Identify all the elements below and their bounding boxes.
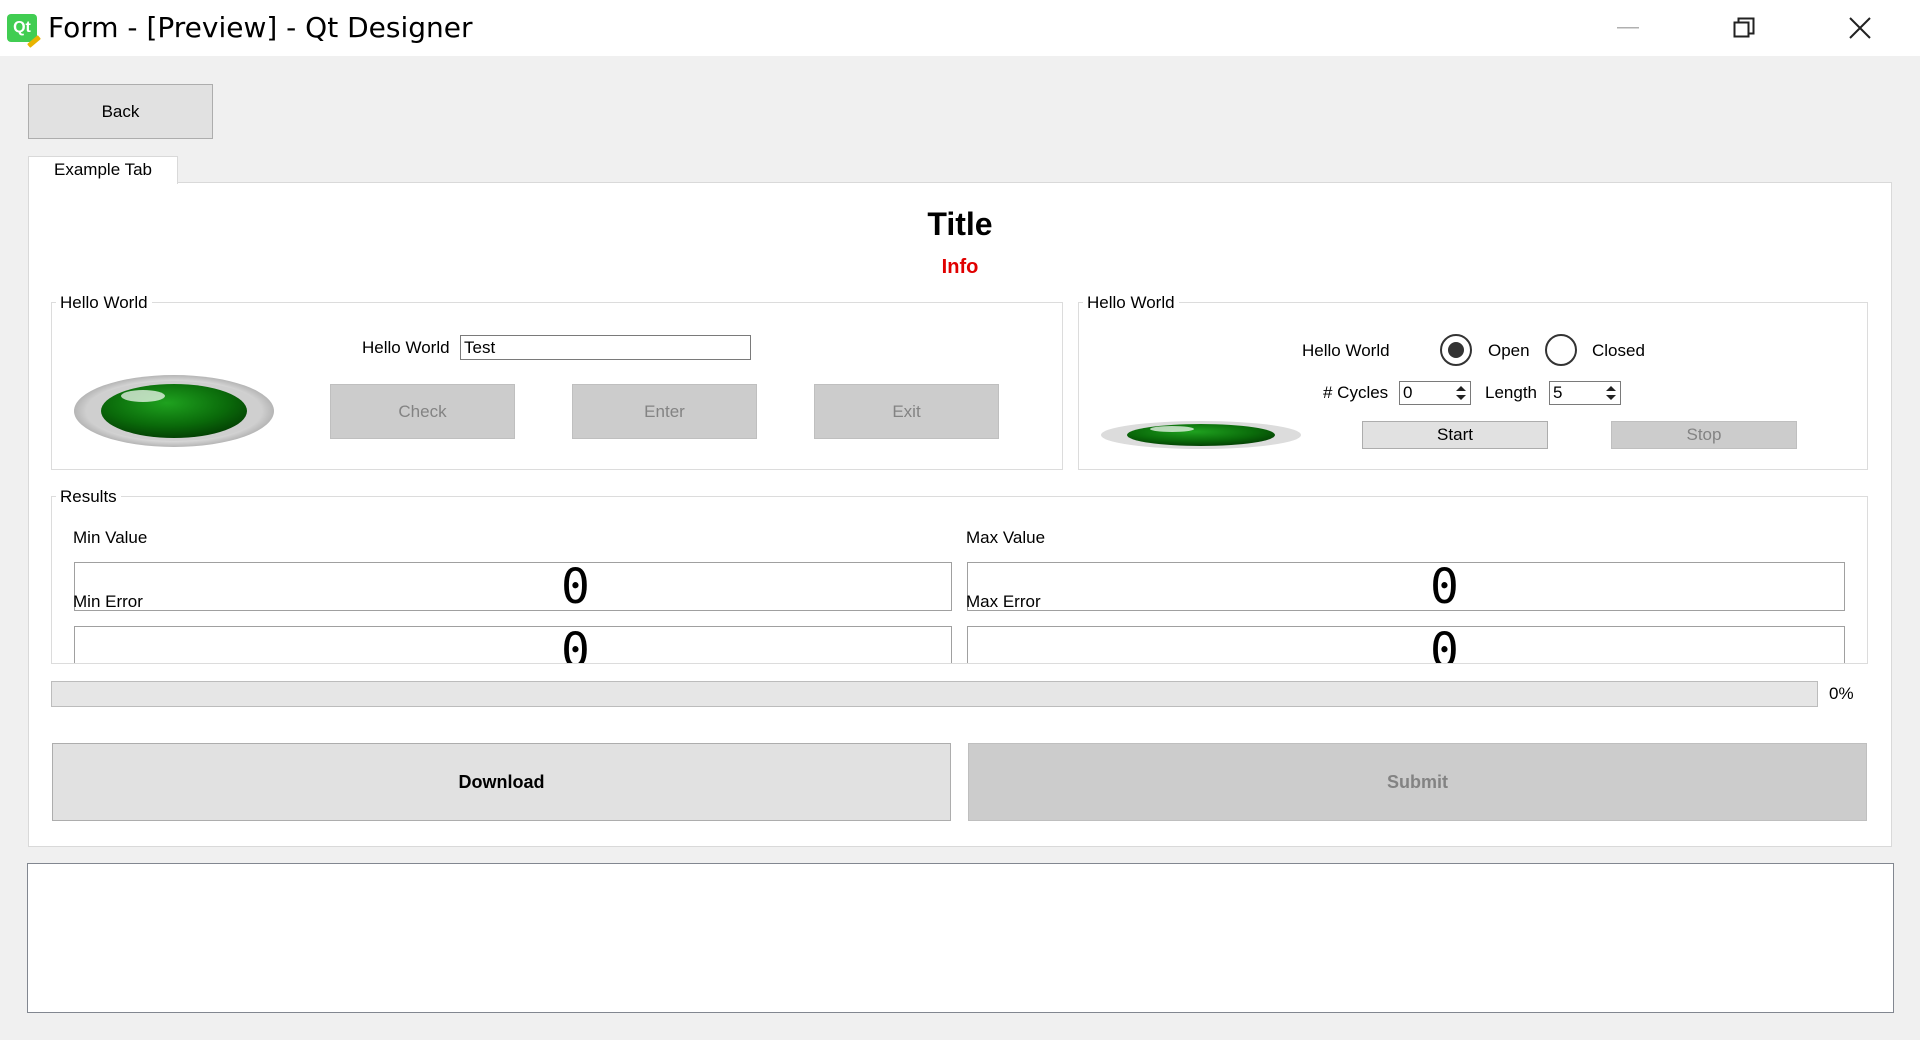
close-icon <box>1849 17 1871 39</box>
results-scroll-area[interactable]: Min Value Max Value 0 0 Min Error Max Er… <box>52 510 1867 663</box>
minimize-icon <box>1617 27 1639 29</box>
hello-world-label: Hello World <box>362 338 450 357</box>
max-value-label: Max Value <box>966 528 1046 547</box>
radio-group-label: Hello World <box>1302 341 1390 360</box>
download-button[interactable]: Download <box>52 743 951 821</box>
max-error-digit: 0 <box>1430 623 1459 663</box>
min-error-digit: 0 <box>561 623 590 663</box>
length-spinbox[interactable]: 5 <box>1549 381 1621 405</box>
open-radio-label: Open <box>1488 341 1530 360</box>
spin-arrows-icon <box>1456 386 1466 400</box>
max-error-lcd: 0 <box>967 626 1845 663</box>
right-group-title: Hello World <box>1083 293 1179 313</box>
title-bar: Qt Form - [Preview] - Qt Designer <box>0 0 1920 56</box>
length-value: 5 <box>1553 383 1563 402</box>
closed-radio[interactable] <box>1545 334 1577 366</box>
exit-button[interactable]: Exit <box>814 384 999 439</box>
status-led-right <box>1100 420 1302 450</box>
min-error-lcd: 0 <box>74 626 952 663</box>
max-error-label: Max Error <box>966 592 1041 611</box>
qt-icon: Qt <box>7 14 41 48</box>
max-value-lcd: 0 <box>967 562 1845 611</box>
tab-example[interactable]: Example Tab <box>28 156 178 184</box>
check-button[interactable]: Check <box>330 384 515 439</box>
min-error-label: Min Error <box>73 592 143 611</box>
min-value-label: Min Value <box>73 528 148 547</box>
min-value-lcd: 0 <box>74 562 952 611</box>
left-group-title: Hello World <box>56 293 152 313</box>
restore-icon <box>1733 17 1755 38</box>
status-led-left <box>73 374 275 448</box>
results-title: Results <box>56 487 121 507</box>
enter-button[interactable]: Enter <box>572 384 757 439</box>
max-value-digit: 0 <box>1430 559 1459 615</box>
submit-button[interactable]: Submit <box>968 743 1867 821</box>
closed-radio-label: Closed <box>1592 341 1645 360</box>
cycles-spinbox[interactable]: 0 <box>1399 381 1471 405</box>
info-label: Info <box>941 256 979 278</box>
close-button[interactable] <box>1802 0 1918 56</box>
page-title: Title <box>927 206 993 242</box>
hello-world-input[interactable] <box>460 335 751 360</box>
start-button[interactable]: Start <box>1362 421 1548 449</box>
length-label: Length <box>1485 383 1537 402</box>
output-text-area[interactable] <box>27 863 1894 1013</box>
open-radio[interactable] <box>1440 334 1472 366</box>
progress-text: 0% <box>1829 684 1854 703</box>
minimize-button[interactable] <box>1570 0 1686 56</box>
window-title: Form - [Preview] - Qt Designer <box>48 11 473 44</box>
cycles-value: 0 <box>1403 383 1413 402</box>
spin-arrows-icon <box>1606 386 1616 400</box>
restore-button[interactable] <box>1686 0 1802 56</box>
cycles-label: # Cycles <box>1323 383 1389 402</box>
stop-button[interactable]: Stop <box>1611 421 1797 449</box>
min-value-digit: 0 <box>561 559 590 615</box>
back-button[interactable]: Back <box>28 84 213 139</box>
progress-bar <box>51 681 1818 707</box>
